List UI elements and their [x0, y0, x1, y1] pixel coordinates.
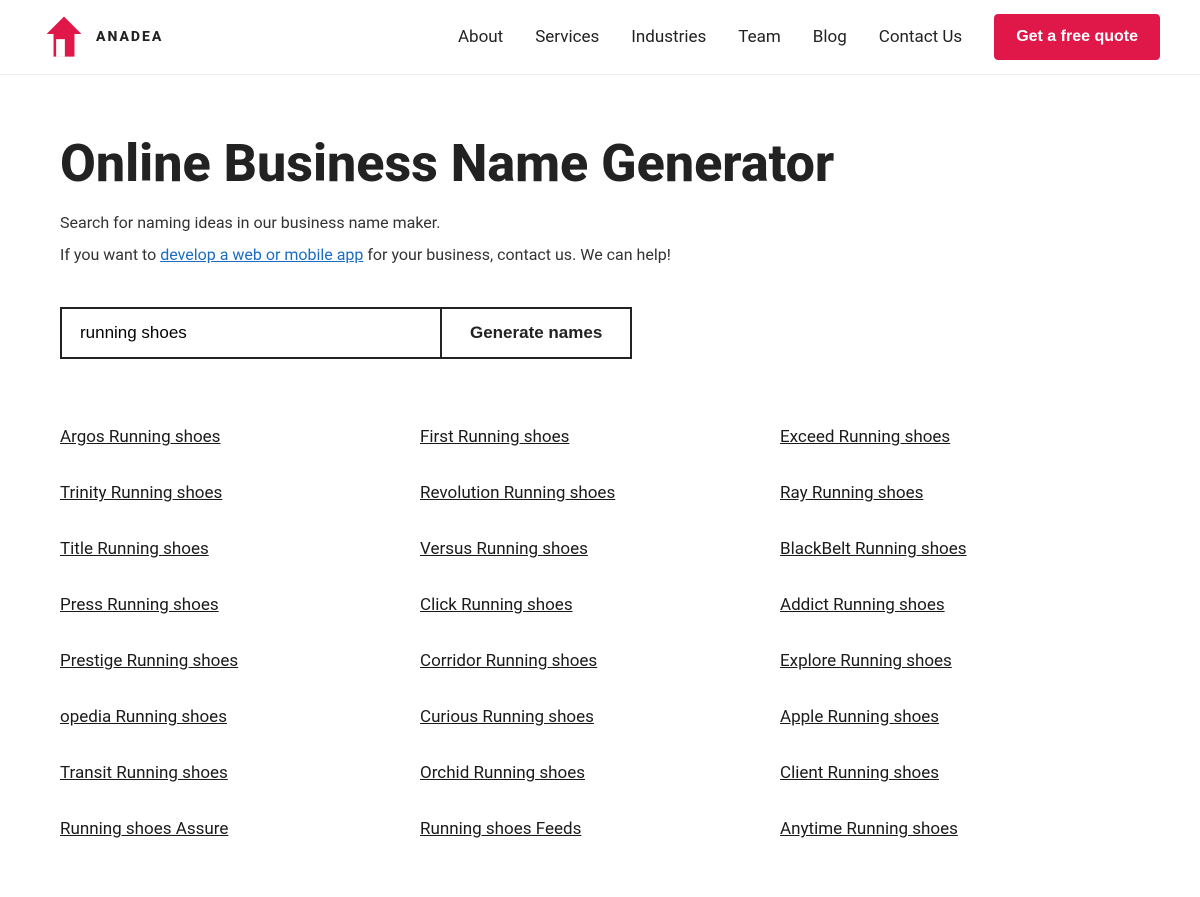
nav-team[interactable]: Team [738, 27, 781, 47]
main-content: Online Business Name Generator Search fo… [0, 75, 1200, 897]
result-link[interactable]: Argos Running shoes [60, 409, 420, 465]
logo[interactable]: ANADEA [40, 13, 163, 61]
subtitle-line2: If you want to develop a web or mobile a… [60, 242, 1140, 268]
result-link[interactable]: Anytime Running shoes [780, 801, 1140, 857]
result-link[interactable]: Revolution Running shoes [420, 465, 780, 521]
result-link[interactable]: Client Running shoes [780, 745, 1140, 801]
result-link[interactable]: Press Running shoes [60, 577, 420, 633]
result-link[interactable]: Orchid Running shoes [420, 745, 780, 801]
result-link[interactable]: Running shoes Feeds [420, 801, 780, 857]
nav-blog[interactable]: Blog [813, 27, 847, 47]
nav-contact[interactable]: Contact Us [879, 27, 962, 47]
anadea-logo-icon [40, 13, 88, 61]
result-link[interactable]: Prestige Running shoes [60, 633, 420, 689]
results-grid: Argos Running shoesFirst Running shoesEx… [60, 409, 1140, 857]
search-area: Generate names [60, 307, 1140, 359]
generate-button[interactable]: Generate names [440, 307, 632, 359]
result-link[interactable]: Corridor Running shoes [420, 633, 780, 689]
result-link[interactable]: Exceed Running shoes [780, 409, 1140, 465]
result-link[interactable]: opedia Running shoes [60, 689, 420, 745]
logo-text: ANADEA [96, 29, 163, 45]
search-input[interactable] [60, 307, 440, 359]
result-link[interactable]: BlackBelt Running shoes [780, 521, 1140, 577]
nav-services[interactable]: Services [535, 27, 599, 47]
nav-industries[interactable]: Industries [631, 27, 706, 47]
subtitle-line1: Search for naming ideas in our business … [60, 210, 1140, 236]
result-link[interactable]: Curious Running shoes [420, 689, 780, 745]
result-link[interactable]: Apple Running shoes [780, 689, 1140, 745]
subtitle-prefix: If you want to [60, 245, 160, 264]
result-link[interactable]: Transit Running shoes [60, 745, 420, 801]
result-link[interactable]: Explore Running shoes [780, 633, 1140, 689]
result-link[interactable]: Title Running shoes [60, 521, 420, 577]
page-title: Online Business Name Generator [60, 135, 1140, 192]
nav-about[interactable]: About [458, 27, 503, 47]
result-link[interactable]: Ray Running shoes [780, 465, 1140, 521]
result-link[interactable]: Running shoes Assure [60, 801, 420, 857]
result-link[interactable]: Addict Running shoes [780, 577, 1140, 633]
result-link[interactable]: Trinity Running shoes [60, 465, 420, 521]
develop-link[interactable]: develop a web or mobile app [160, 245, 363, 264]
subtitle-suffix: for your business, contact us. We can he… [363, 245, 670, 264]
cta-button[interactable]: Get a free quote [994, 14, 1160, 60]
result-link[interactable]: Versus Running shoes [420, 521, 780, 577]
result-link[interactable]: First Running shoes [420, 409, 780, 465]
result-link[interactable]: Click Running shoes [420, 577, 780, 633]
main-nav: About Services Industries Team Blog Cont… [458, 14, 1160, 60]
